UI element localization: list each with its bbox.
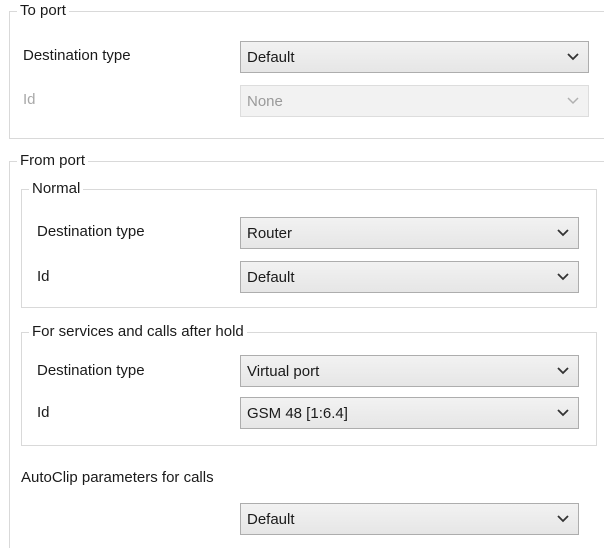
services-legend: For services and calls after hold [32, 323, 244, 340]
normal-destination-type-value: Router [247, 224, 293, 242]
services-destination-type-value: Virtual port [247, 362, 320, 380]
to-port-destination-type-select[interactable]: Default [240, 41, 589, 73]
to-port-id-value: None [247, 92, 283, 110]
normal-id-select[interactable]: Default [240, 261, 579, 293]
chevron-down-icon [558, 42, 588, 72]
chevron-down-icon [558, 86, 588, 116]
to-port-id-label: Id [23, 91, 36, 108]
services-id-label: Id [37, 404, 50, 421]
services-destination-type-label: Destination type [37, 362, 145, 379]
autoclip-select[interactable]: Default [240, 503, 579, 535]
normal-destination-type-select[interactable]: Router [240, 217, 579, 249]
to-port-legend: To port [20, 2, 66, 19]
normal-destination-type-label: Destination type [37, 223, 145, 240]
to-port-destination-type-value: Default [247, 48, 295, 66]
normal-id-label: Id [37, 268, 50, 285]
from-port-legend: From port [20, 152, 86, 169]
chevron-down-icon [548, 356, 578, 386]
port-settings-panel: To port Destination type Default Id None… [0, 0, 604, 548]
chevron-down-icon [548, 218, 578, 248]
to-port-id-select: None [240, 85, 589, 117]
chevron-down-icon [548, 504, 578, 534]
to-port-destination-type-label: Destination type [23, 47, 131, 64]
chevron-down-icon [548, 398, 578, 428]
normal-legend: Normal [32, 180, 81, 197]
services-id-value: GSM 48 [1:6.4] [247, 404, 348, 422]
services-id-select[interactable]: GSM 48 [1:6.4] [240, 397, 579, 429]
normal-id-value: Default [247, 268, 295, 286]
autoclip-label: AutoClip parameters for calls [21, 469, 214, 486]
autoclip-value: Default [247, 510, 295, 528]
services-destination-type-select[interactable]: Virtual port [240, 355, 579, 387]
chevron-down-icon [548, 262, 578, 292]
